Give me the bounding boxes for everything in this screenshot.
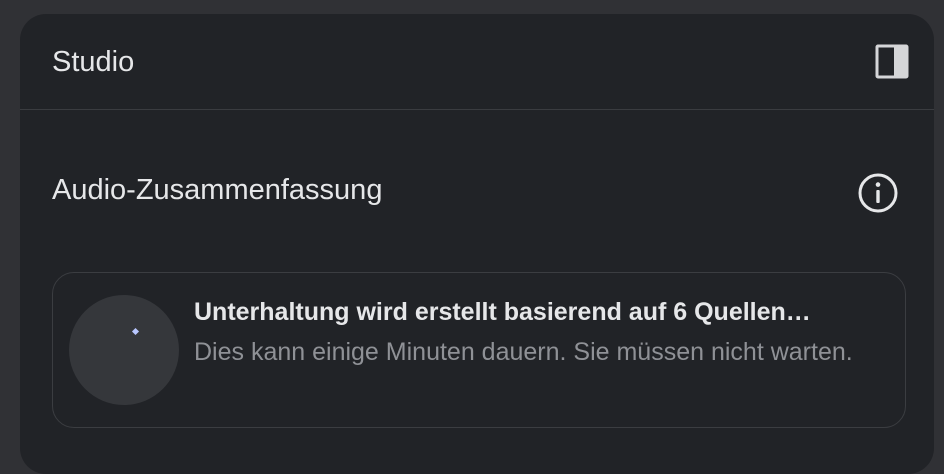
spinner-dot bbox=[131, 327, 140, 336]
audio-generation-card: Unterhaltung wird erstellt basierend auf… bbox=[52, 272, 906, 428]
generation-status-description: Dies kann einige Minuten dauern. Sie müs… bbox=[194, 338, 853, 366]
audio-overview-info-button[interactable] bbox=[856, 171, 900, 215]
studio-panel: Studio Audio-Zusammenfassung Unterhaltun… bbox=[20, 14, 934, 474]
generation-status-title: Unterhaltung wird erstellt basierend auf… bbox=[194, 298, 811, 326]
side-panel-icon bbox=[875, 44, 909, 79]
loading-spinner bbox=[69, 295, 179, 405]
studio-header: Studio bbox=[20, 14, 934, 110]
audio-overview-title: Audio-Zusammenfassung bbox=[52, 174, 383, 206]
panel-title: Studio bbox=[52, 46, 135, 78]
info-icon bbox=[858, 173, 898, 213]
collapse-panel-button[interactable] bbox=[872, 42, 912, 82]
